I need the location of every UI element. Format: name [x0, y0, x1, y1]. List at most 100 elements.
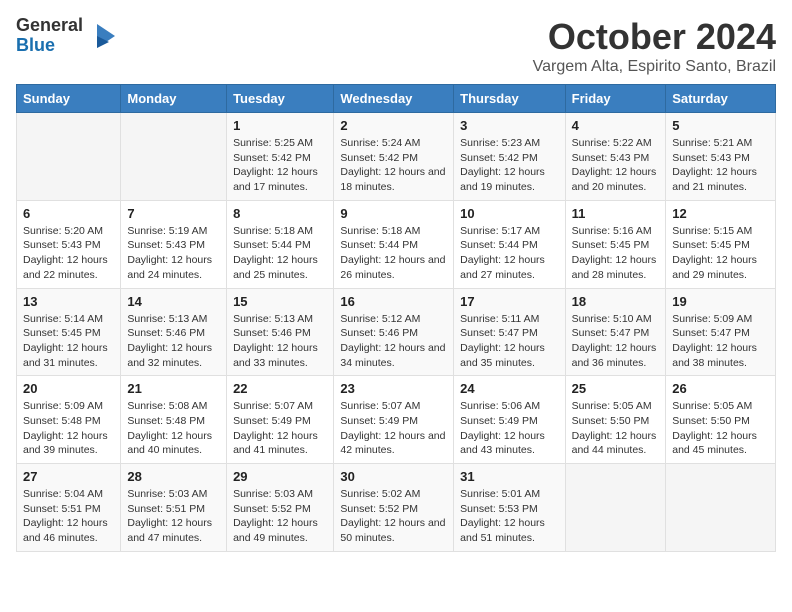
- day-info: Sunrise: 5:13 AMSunset: 5:46 PMDaylight:…: [233, 312, 327, 371]
- sunrise-text: Sunrise: 5:07 AM: [340, 399, 447, 414]
- daylight-text: Daylight: 12 hours and 49 minutes.: [233, 516, 327, 545]
- daylight-text: Daylight: 12 hours and 45 minutes.: [672, 429, 769, 458]
- day-info: Sunrise: 5:16 AMSunset: 5:45 PMDaylight:…: [572, 224, 660, 283]
- col-tuesday: Tuesday: [227, 85, 334, 113]
- day-number: 23: [340, 381, 447, 396]
- calendar-table: Sunday Monday Tuesday Wednesday Thursday…: [16, 84, 776, 552]
- day-number: 10: [460, 206, 558, 221]
- day-cell: 5Sunrise: 5:21 AMSunset: 5:43 PMDaylight…: [666, 113, 776, 201]
- day-cell: 16 Sunrise: 5:12 AMSunset: 5:46 PMDayligh…: [334, 288, 454, 376]
- sunset-text: Sunset: 5:43 PM: [127, 238, 220, 253]
- daylight-text: Daylight: 12 hours and 50 minutes.: [340, 516, 447, 545]
- week-row-4: 20 Sunrise: 5:09 AMSunset: 5:48 PMDayligh…: [17, 376, 776, 464]
- day-cell: 29 Sunrise: 5:03 AMSunset: 5:52 PMDayligh…: [227, 464, 334, 552]
- day-number: 7: [127, 206, 220, 221]
- day-cell: [17, 113, 121, 201]
- sunrise-text: Sunrise: 5:22 AM: [572, 136, 660, 151]
- day-number: 30: [340, 469, 447, 484]
- sunrise-text: Sunrise: 5:07 AM: [233, 399, 327, 414]
- daylight-text: Daylight: 12 hours and 42 minutes.: [340, 429, 447, 458]
- daylight-text: Daylight: 12 hours and 33 minutes.: [233, 341, 327, 370]
- day-info: Sunrise: 5:10 AMSunset: 5:47 PMDaylight:…: [572, 312, 660, 371]
- day-info: Sunrise: 5:17 AMSunset: 5:44 PMDaylight:…: [460, 224, 558, 283]
- day-number: 13: [23, 294, 114, 309]
- day-cell: 22Sunrise: 5:07 AMSunset: 5:49 PMDayligh…: [227, 376, 334, 464]
- sunset-text: Sunset: 5:42 PM: [340, 151, 447, 166]
- daylight-text: Daylight: 12 hours and 28 minutes.: [572, 253, 660, 282]
- sunrise-text: Sunrise: 5:25 AM: [233, 136, 327, 151]
- sunrise-text: Sunrise: 5:12 AM: [340, 312, 447, 327]
- day-number: 20: [23, 381, 114, 396]
- day-info: Sunrise: 5:22 AMSunset: 5:43 PMDaylight:…: [572, 136, 660, 195]
- day-cell: 10 Sunrise: 5:17 AMSunset: 5:44 PMDayligh…: [454, 200, 565, 288]
- sunset-text: Sunset: 5:43 PM: [672, 151, 769, 166]
- day-cell: 8 Sunrise: 5:18 AMSunset: 5:44 PMDaylight…: [227, 200, 334, 288]
- sunrise-text: Sunrise: 5:13 AM: [127, 312, 220, 327]
- day-info: Sunrise: 5:18 AMSunset: 5:44 PMDaylight:…: [340, 224, 447, 283]
- day-cell: 4 Sunrise: 5:22 AMSunset: 5:43 PMDaylight…: [565, 113, 666, 201]
- header: General Blue October 2024 Vargem Alta, E…: [16, 16, 776, 76]
- sunrise-text: Sunrise: 5:09 AM: [23, 399, 114, 414]
- day-number: 8: [233, 206, 327, 221]
- day-info: Sunrise: 5:18 AMSunset: 5:44 PMDaylight:…: [233, 224, 327, 283]
- day-info: Sunrise: 5:11 AMSunset: 5:47 PMDaylight:…: [460, 312, 558, 371]
- sunrise-text: Sunrise: 5:05 AM: [572, 399, 660, 414]
- day-info: Sunrise: 5:07 AMSunset: 5:49 PMDaylight:…: [233, 399, 327, 458]
- sunset-text: Sunset: 5:49 PM: [340, 414, 447, 429]
- day-info: Sunrise: 5:12 AMSunset: 5:46 PMDaylight:…: [340, 312, 447, 371]
- sunset-text: Sunset: 5:52 PM: [233, 502, 327, 517]
- day-number: 29: [233, 469, 327, 484]
- title-area: October 2024 Vargem Alta, Espirito Santo…: [533, 16, 776, 76]
- day-cell: 13Sunrise: 5:14 AMSunset: 5:45 PMDayligh…: [17, 288, 121, 376]
- day-number: 24: [460, 381, 558, 396]
- day-number: 1: [233, 118, 327, 133]
- daylight-text: Daylight: 12 hours and 18 minutes.: [340, 165, 447, 194]
- day-cell: 25Sunrise: 5:05 AMSunset: 5:50 PMDayligh…: [565, 376, 666, 464]
- day-cell: [565, 464, 666, 552]
- sunrise-text: Sunrise: 5:19 AM: [127, 224, 220, 239]
- day-number: 28: [127, 469, 220, 484]
- sunrise-text: Sunrise: 5:18 AM: [340, 224, 447, 239]
- day-cell: 23 Sunrise: 5:07 AMSunset: 5:49 PMDayligh…: [334, 376, 454, 464]
- week-row-5: 27Sunrise: 5:04 AMSunset: 5:51 PMDayligh…: [17, 464, 776, 552]
- day-info: Sunrise: 5:07 AMSunset: 5:49 PMDaylight:…: [340, 399, 447, 458]
- day-cell: 3Sunrise: 5:23 AMSunset: 5:42 PMDaylight…: [454, 113, 565, 201]
- day-cell: 28Sunrise: 5:03 AMSunset: 5:51 PMDayligh…: [121, 464, 227, 552]
- daylight-text: Daylight: 12 hours and 44 minutes.: [572, 429, 660, 458]
- sunset-text: Sunset: 5:49 PM: [460, 414, 558, 429]
- main-title: October 2024: [533, 16, 776, 58]
- sunset-text: Sunset: 5:46 PM: [127, 326, 220, 341]
- day-info: Sunrise: 5:24 AMSunset: 5:42 PMDaylight:…: [340, 136, 447, 195]
- sunset-text: Sunset: 5:45 PM: [23, 326, 114, 341]
- sunset-text: Sunset: 5:44 PM: [233, 238, 327, 253]
- sunrise-text: Sunrise: 5:04 AM: [23, 487, 114, 502]
- sunrise-text: Sunrise: 5:01 AM: [460, 487, 558, 502]
- sunrise-text: Sunrise: 5:06 AM: [460, 399, 558, 414]
- logo-text2: Blue: [16, 35, 55, 55]
- day-cell: 2Sunrise: 5:24 AMSunset: 5:42 PMDaylight…: [334, 113, 454, 201]
- day-info: Sunrise: 5:21 AMSunset: 5:43 PMDaylight:…: [672, 136, 769, 195]
- sunrise-text: Sunrise: 5:03 AM: [127, 487, 220, 502]
- sunset-text: Sunset: 5:43 PM: [23, 238, 114, 253]
- daylight-text: Daylight: 12 hours and 51 minutes.: [460, 516, 558, 545]
- daylight-text: Daylight: 12 hours and 31 minutes.: [23, 341, 114, 370]
- daylight-text: Daylight: 12 hours and 22 minutes.: [23, 253, 114, 282]
- sunrise-text: Sunrise: 5:03 AM: [233, 487, 327, 502]
- day-number: 16: [340, 294, 447, 309]
- day-number: 17: [460, 294, 558, 309]
- day-cell: 30Sunrise: 5:02 AMSunset: 5:52 PMDayligh…: [334, 464, 454, 552]
- daylight-text: Daylight: 12 hours and 17 minutes.: [233, 165, 327, 194]
- day-number: 4: [572, 118, 660, 133]
- daylight-text: Daylight: 12 hours and 38 minutes.: [672, 341, 769, 370]
- day-cell: 11Sunrise: 5:16 AMSunset: 5:45 PMDayligh…: [565, 200, 666, 288]
- daylight-text: Daylight: 12 hours and 36 minutes.: [572, 341, 660, 370]
- day-info: Sunrise: 5:09 AMSunset: 5:48 PMDaylight:…: [23, 399, 114, 458]
- day-info: Sunrise: 5:08 AMSunset: 5:48 PMDaylight:…: [127, 399, 220, 458]
- sunrise-text: Sunrise: 5:21 AM: [672, 136, 769, 151]
- subtitle: Vargem Alta, Espirito Santo, Brazil: [533, 58, 776, 76]
- day-info: Sunrise: 5:01 AMSunset: 5:53 PMDaylight:…: [460, 487, 558, 546]
- sunset-text: Sunset: 5:53 PM: [460, 502, 558, 517]
- sunrise-text: Sunrise: 5:13 AM: [233, 312, 327, 327]
- sunset-text: Sunset: 5:51 PM: [23, 502, 114, 517]
- day-cell: 18Sunrise: 5:10 AMSunset: 5:47 PMDayligh…: [565, 288, 666, 376]
